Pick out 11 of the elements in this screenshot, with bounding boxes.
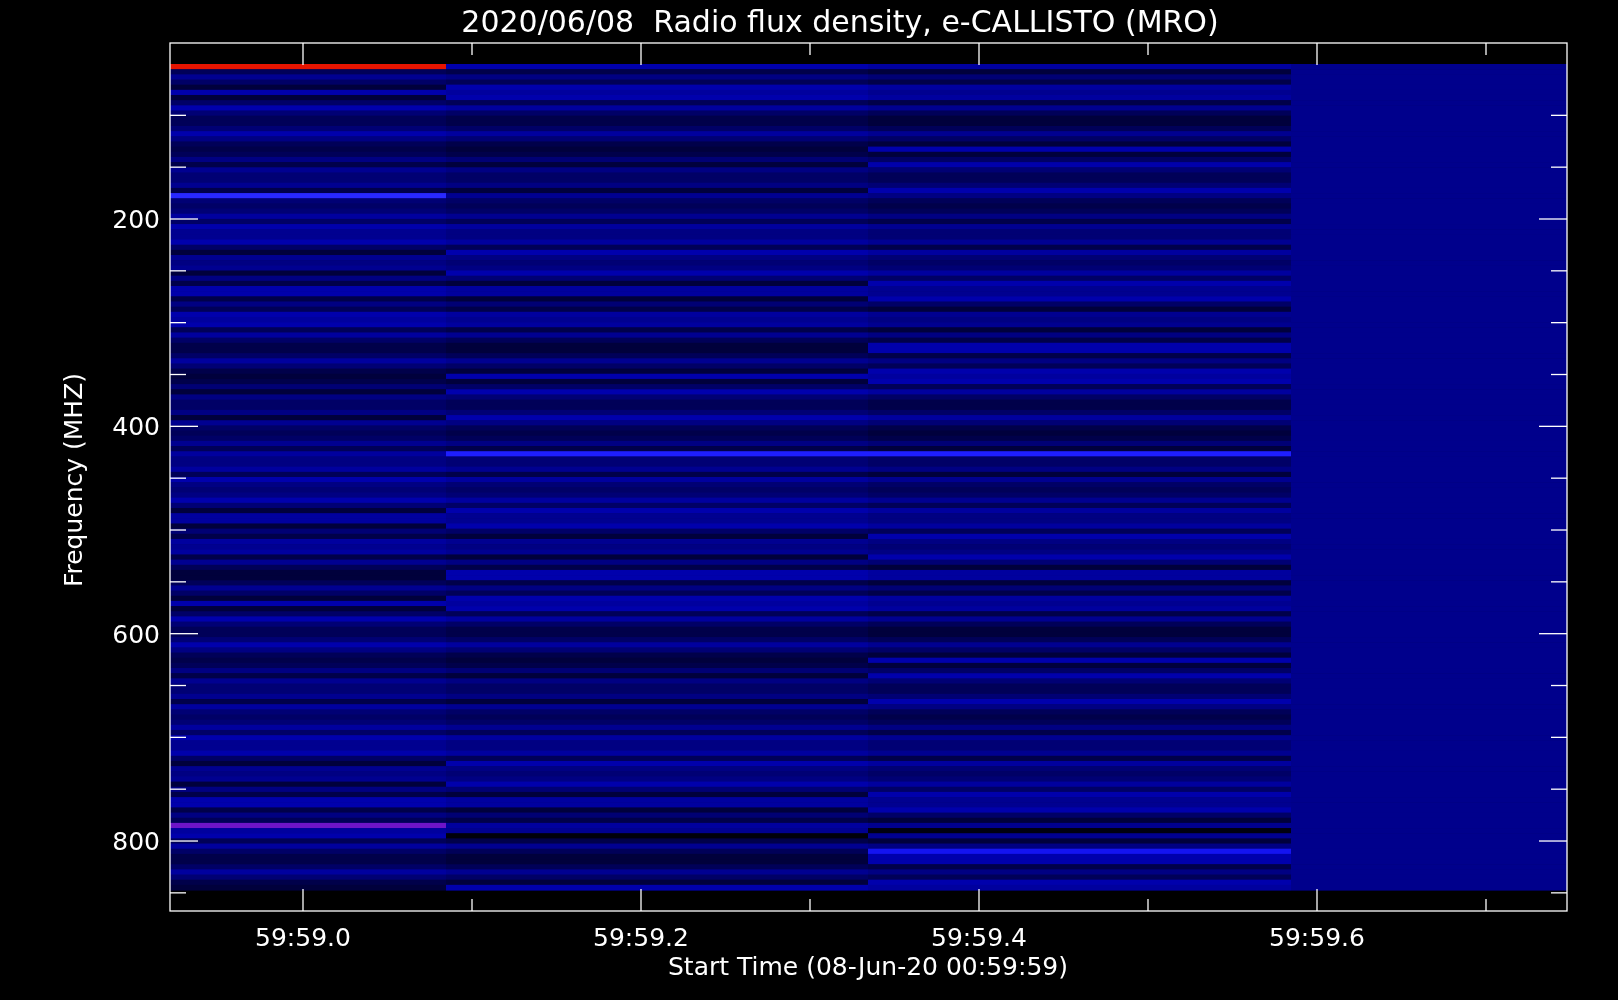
x-tick-label: 59:59.0 (255, 923, 351, 952)
x-axis-label: Start Time (08-Jun-20 00:59:59) (668, 952, 1068, 981)
x-tick-label: 59:59.6 (1269, 923, 1365, 952)
x-tick-label: 59:59.2 (593, 923, 689, 952)
y-tick-label: 400 (112, 412, 160, 442)
y-axis-label: Frequency (MHZ) (59, 372, 88, 588)
y-tick-label: 600 (112, 619, 160, 649)
y-tick-label: 800 (112, 827, 160, 856)
y-tick-label: 200 (112, 205, 160, 234)
x-tick-label: 59:59.4 (931, 923, 1027, 952)
chart-title: 2020/06/08 Radio flux density, e-CALLISTO (MRO) (461, 4, 1219, 39)
